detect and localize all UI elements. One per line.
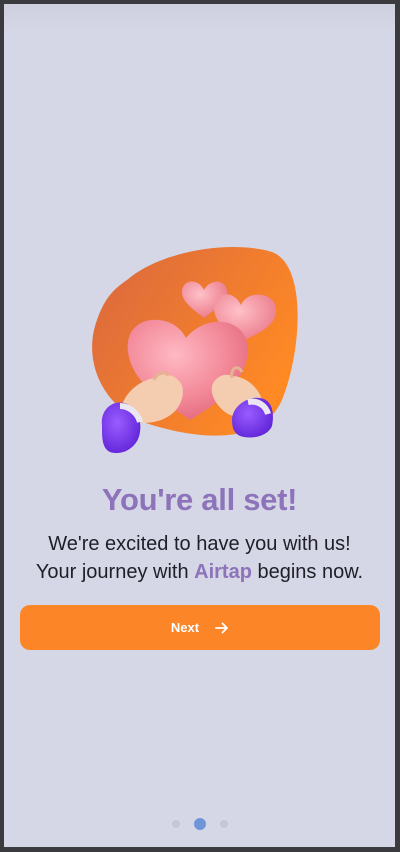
page-dot-2-active[interactable]	[193, 818, 206, 830]
page-dot-3[interactable]	[219, 820, 228, 828]
brand-name: Airtap	[194, 561, 252, 583]
welcome-line-2-suffix: begins now.	[251, 561, 364, 583]
heart-in-hands-icon	[92, 247, 298, 454]
welcome-line-2-prefix: Your journey with	[35, 561, 195, 583]
arrow-right-icon	[215, 622, 228, 633]
onboarding-screen: You're all set! We're excited to have yo…	[4, 4, 395, 847]
pagination-dots	[4, 818, 395, 830]
top-shade	[4, 4, 395, 32]
next-button-label: Next	[170, 620, 200, 635]
welcome-line-2: Your journey with Airtap begins now.	[4, 558, 395, 586]
welcome-line-1: We're excited to have you with us!	[48, 533, 351, 555]
welcome-message: We're excited to have you with us! Your …	[4, 530, 395, 586]
next-button[interactable]: Next	[20, 605, 380, 650]
page-dot-1[interactable]	[171, 820, 180, 828]
page-title: You're all set!	[101, 482, 298, 517]
